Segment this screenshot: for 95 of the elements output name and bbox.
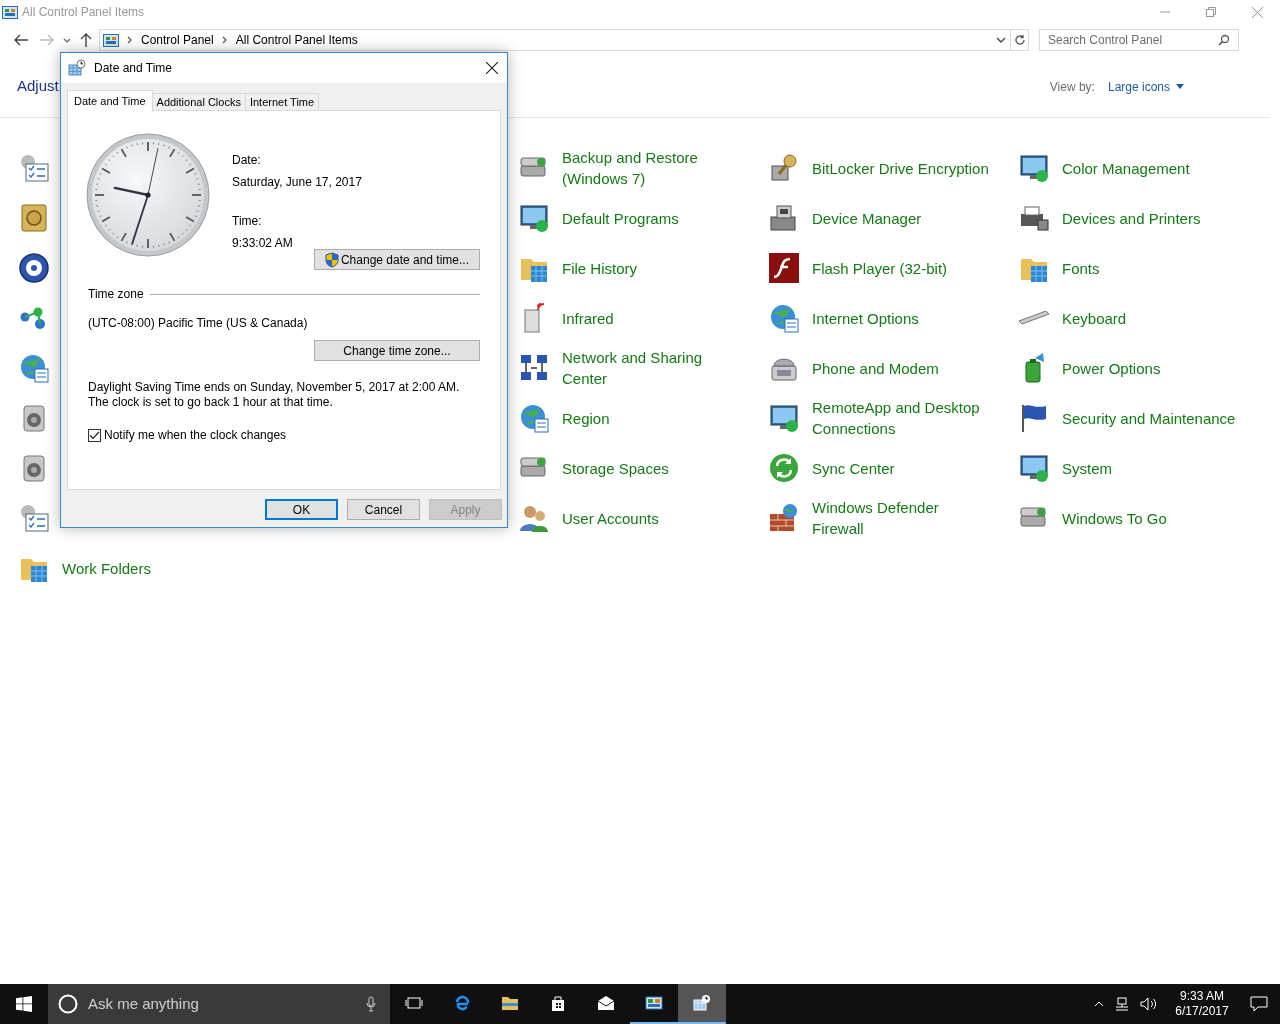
control-panel-item-link[interactable]: Work Folders bbox=[62, 557, 151, 579]
monitor-icon bbox=[1018, 452, 1050, 484]
breadcrumb-link[interactable]: Control Panel bbox=[141, 31, 214, 49]
checkbox-label[interactable]: Notify me when the clock changes bbox=[104, 426, 287, 444]
change-date-time-button[interactable]: Change date and time... bbox=[314, 249, 480, 270]
globe-icon bbox=[768, 302, 800, 334]
taskbar-clock[interactable]: 9:33 AM 6/17/2017 bbox=[1166, 989, 1238, 1019]
checkbox[interactable] bbox=[88, 428, 101, 442]
control-panel-item-link[interactable]: RemoteApp and Desktop Connections bbox=[812, 397, 992, 439]
control-panel-item-link[interactable]: Color Management bbox=[1062, 157, 1190, 179]
notification-icon[interactable] bbox=[1250, 996, 1268, 1012]
back-arrow-icon bbox=[14, 34, 28, 46]
taskbar-app-button[interactable] bbox=[678, 984, 726, 1024]
control-panel-icon bbox=[2, 5, 18, 19]
monitor-icon bbox=[768, 402, 800, 434]
chevron-up-icon[interactable] bbox=[1094, 1001, 1104, 1007]
control-panel-item-link[interactable]: BitLocker Drive Encryption bbox=[812, 157, 989, 179]
key-icon bbox=[768, 152, 800, 184]
safe-icon bbox=[18, 202, 50, 234]
control-panel-item-link[interactable]: Phone and Modem bbox=[812, 357, 939, 379]
control-panel-item-link[interactable]: Keyboard bbox=[1062, 307, 1127, 329]
control-panel-item-link[interactable]: Default Programs bbox=[562, 207, 679, 229]
control-panel-item-link[interactable]: Security and Maintenance bbox=[1062, 407, 1236, 429]
group-label: Time zone bbox=[88, 286, 144, 303]
wall-icon bbox=[768, 502, 800, 534]
control-panel-item-link[interactable]: Windows To Go bbox=[1062, 507, 1167, 529]
flash-icon bbox=[768, 252, 800, 284]
windows-logo-icon bbox=[16, 996, 32, 1012]
monitor-icon bbox=[1018, 152, 1050, 184]
chevron-icon[interactable] bbox=[221, 36, 228, 44]
caret-icon bbox=[1176, 84, 1184, 89]
forward-arrow-icon bbox=[40, 34, 54, 46]
mail-icon bbox=[596, 993, 616, 1013]
breadcrumb-link[interactable]: All Control Panel Items bbox=[235, 31, 358, 49]
chevron-down-icon bbox=[63, 37, 71, 43]
date-value: Saturday, June 17, 2017 bbox=[232, 174, 362, 191]
control-panel-item-link[interactable]: Device Manager bbox=[812, 207, 922, 229]
control-panel-item-link[interactable]: Devices and Printers bbox=[1062, 207, 1201, 229]
page-heading: Adjust bbox=[17, 76, 59, 97]
tab[interactable]: Internet Time bbox=[244, 93, 320, 111]
control-panel-item-link[interactable]: Region bbox=[562, 407, 610, 429]
sync-icon bbox=[768, 452, 800, 484]
taskbar-search-field[interactable]: Ask me anything bbox=[48, 984, 390, 1024]
change-time-zone-button[interactable]: Change time zone... bbox=[314, 340, 480, 361]
dropdown-icon[interactable] bbox=[996, 37, 1006, 43]
control-panel-item-link[interactable]: Storage Spaces bbox=[562, 457, 669, 479]
control-panel-item-link[interactable]: Backup and Restore (Windows 7) bbox=[562, 147, 712, 189]
monitor-icon bbox=[518, 202, 550, 234]
search-icon bbox=[1218, 34, 1230, 46]
keyboard-icon bbox=[1018, 311, 1050, 325]
control-panel-item-link[interactable]: Fonts bbox=[1062, 257, 1100, 279]
time-zone-value: (UTC-08:00) Pacific Time (US & Canada) bbox=[88, 315, 309, 332]
checklist-icon bbox=[18, 502, 50, 534]
view-by-label: View by: bbox=[1049, 78, 1095, 96]
dst-note: Daylight Saving Time ends on Sunday, November 5, 2017 at 2:00 AM. The clock is set to go back 1 hour at that time. bbox=[88, 380, 461, 410]
control-panel-item-link[interactable]: Windows Defender Firewall bbox=[812, 497, 962, 539]
microphone-icon[interactable] bbox=[366, 996, 376, 1012]
globe-icon bbox=[18, 352, 50, 384]
control-panel-item-link[interactable]: System bbox=[1062, 457, 1112, 479]
window-title: All Control Panel Items bbox=[22, 4, 145, 21]
control-panel-item-link[interactable]: Power Options bbox=[1062, 357, 1161, 379]
control-panel-item-link[interactable]: Network and Sharing Center bbox=[562, 347, 722, 389]
disc-icon bbox=[18, 252, 50, 284]
time-label: Time: bbox=[232, 213, 263, 230]
chevron-icon[interactable] bbox=[127, 36, 133, 44]
tab[interactable]: Date and Time bbox=[67, 90, 153, 112]
control-panel-item-link[interactable]: File History bbox=[562, 257, 637, 279]
close-icon bbox=[1251, 6, 1263, 18]
dialog-button[interactable]: Cancel bbox=[347, 499, 420, 520]
cortana-icon bbox=[58, 994, 78, 1014]
network-icon[interactable] bbox=[1114, 997, 1130, 1011]
up-arrow-icon bbox=[80, 33, 92, 47]
search-field[interactable]: Search Control Panel bbox=[1039, 29, 1239, 51]
control-panel-item-link[interactable]: Internet Options bbox=[812, 307, 919, 329]
control-panel-item-link[interactable]: Sync Center bbox=[812, 457, 895, 479]
dialog-title: Date and Time bbox=[94, 60, 173, 77]
address-bar[interactable]: Control Panel All Control Panel Items bbox=[99, 29, 1029, 51]
globe-icon bbox=[518, 402, 550, 434]
date-label: Date: bbox=[232, 152, 262, 169]
calendar-clock-icon bbox=[692, 993, 712, 1013]
shield-icon bbox=[324, 251, 339, 268]
checklist-icon bbox=[18, 152, 50, 184]
refresh-icon[interactable] bbox=[1013, 34, 1026, 46]
volume-icon[interactable] bbox=[1140, 997, 1158, 1011]
calendar-clock-icon bbox=[68, 59, 86, 77]
restore-icon bbox=[1206, 7, 1216, 17]
control-panel-item-link[interactable]: User Accounts bbox=[562, 507, 659, 529]
dialog-button[interactable]: OK bbox=[265, 499, 338, 520]
control-panel-icon bbox=[644, 993, 664, 1013]
view-by-dropdown[interactable]: Large icons bbox=[1107, 77, 1184, 96]
control-panel-item-link[interactable]: Flash Player (32-bit) bbox=[812, 257, 948, 279]
control-panel-item-link[interactable]: Infrared bbox=[562, 307, 614, 329]
control-panel-icon bbox=[103, 33, 119, 47]
time-value: 9:33:02 AM bbox=[232, 235, 294, 252]
close-icon bbox=[486, 62, 498, 74]
